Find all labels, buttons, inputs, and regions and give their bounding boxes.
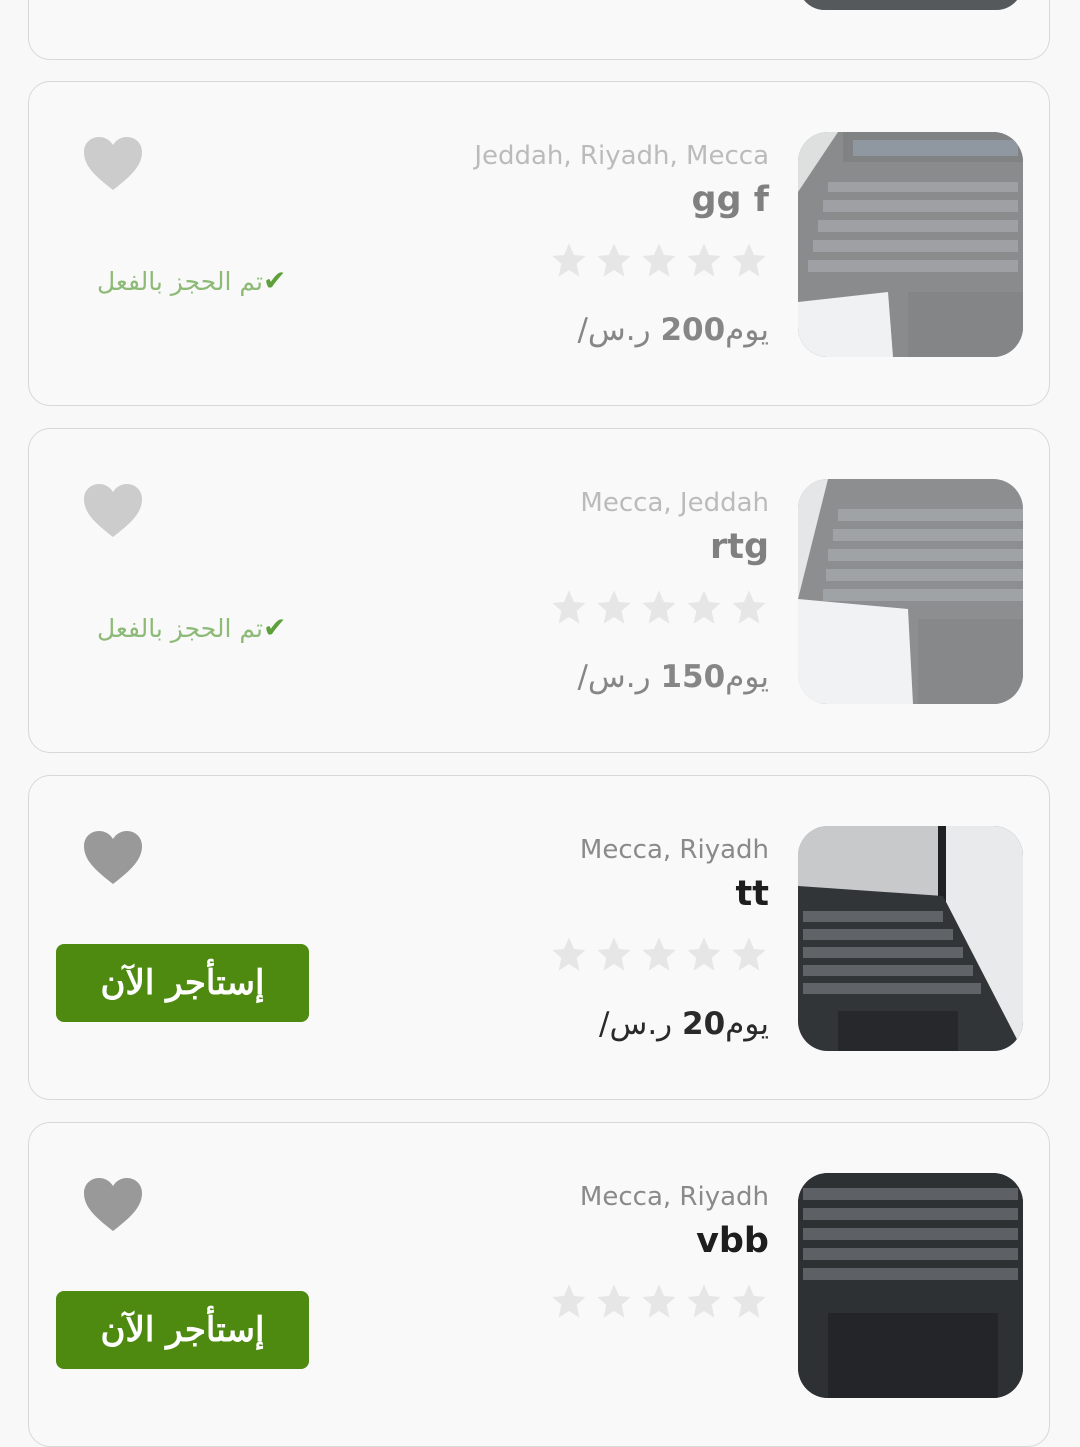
heart-icon[interactable] [83,136,143,192]
star-icon [679,934,724,979]
listing-thumbnail [798,1173,1023,1398]
star-icon [589,934,634,979]
check-icon: ✔ [262,264,287,297]
listing-info: Mecca, Riyadh tt /يوم20 ر.س [349,826,769,1044]
listing-thumbnail [798,132,1023,357]
listing-thumbnail [798,826,1023,1051]
heart-icon[interactable] [83,830,143,886]
listing-price: /يوم200 ر.س [349,310,769,350]
star-icon [589,240,634,285]
star-icon [679,240,724,285]
star-icon [679,587,724,632]
star-icon [634,587,679,632]
check-icon: ✔ [262,611,287,644]
listing-card[interactable]: Mecca, Riyadh tt /يوم20 ر.س إستأجر الآن [28,775,1050,1100]
star-icon [724,587,769,632]
rent-now-button[interactable]: إستأجر الآن [56,944,309,1022]
booked-label: تم الحجز بالفعل [97,267,263,296]
rating-stars [349,934,769,984]
listing-location: Mecca, Jeddah [580,488,769,518]
price-value: 200 [660,312,726,348]
listing-info: Jeddah, Riyadh, Mecca gg f /يوم200 ر.س [349,132,769,350]
star-icon [724,934,769,979]
booked-label: تم الحجز بالفعل [97,614,263,643]
star-icon [544,587,589,632]
listing-price: /يوم20 ر.س [349,1004,769,1044]
booked-status: تم الحجز بالفعل✔ [97,264,286,297]
rating-stars [349,240,769,290]
listing-title: rtg [709,527,769,567]
price-currency: ر.س [587,312,651,348]
listing-location: Jeddah, Riyadh, Mecca [474,141,769,171]
price-value: 150 [660,659,726,695]
price-currency: ر.س [587,659,651,695]
listing-info: Mecca, Riyadh vbb [349,1173,769,1331]
star-icon [724,1281,769,1326]
rating-stars [349,587,769,637]
heart-icon[interactable] [83,483,143,539]
star-icon [634,1281,679,1326]
star-icon [724,240,769,285]
booked-status: تم الحجز بالفعل✔ [97,611,286,644]
listing-thumbnail [798,0,1023,10]
star-icon [544,240,589,285]
star-icon [589,1281,634,1326]
listing-title: gg f [691,180,769,220]
star-icon [544,934,589,979]
heart-icon[interactable] [83,1177,143,1233]
listing-location: Mecca, Riyadh [579,1182,769,1212]
listing-card[interactable]: Jeddah, Riyadh, Mecca gg f /يوم200 ر.س ت… [28,81,1050,406]
listing-location: Mecca, Riyadh [579,835,769,865]
listing-info: Mecca, Jeddah rtg /يوم150 ر.س [349,479,769,697]
listing-card-partial[interactable] [28,0,1050,60]
price-currency: ر.س [609,1006,673,1042]
star-icon [589,587,634,632]
price-value: 20 [682,1006,726,1042]
listing-card[interactable]: Mecca, Jeddah rtg /يوم150 ر.س تم الحجز ب… [28,428,1050,753]
star-icon [679,1281,724,1326]
listing-title: tt [735,874,769,914]
listing-title: vbb [696,1221,769,1261]
listing-thumbnail [798,479,1023,704]
listing-price: /يوم150 ر.س [349,657,769,697]
star-icon [634,934,679,979]
star-icon [544,1281,589,1326]
rating-stars [349,1281,769,1331]
star-icon [634,240,679,285]
listing-card[interactable]: Mecca, Riyadh vbb إستأجر الآن [28,1122,1050,1447]
rent-now-button[interactable]: إستأجر الآن [56,1291,309,1369]
